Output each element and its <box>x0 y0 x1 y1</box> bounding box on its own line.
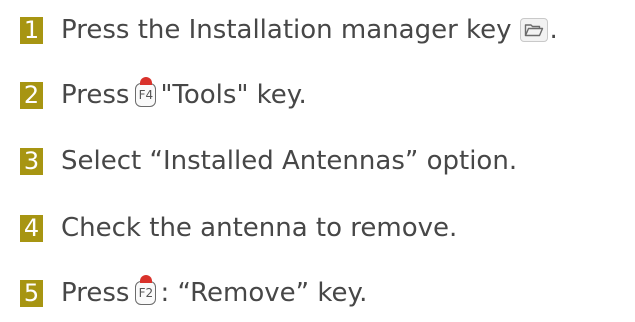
step-1: 1 Press the Installation manager key . <box>20 12 558 48</box>
step-number: 4 <box>20 214 43 242</box>
step-2: 2 Press F4 "Tools" key. <box>20 77 307 113</box>
installation-manager-key <box>519 18 548 42</box>
key-label: F2 <box>138 286 154 300</box>
f2-key: F2 <box>135 275 157 305</box>
step-text-after: : “Remove” key. <box>160 278 368 308</box>
folder-icon <box>524 24 543 37</box>
step-text: Check the antenna to remove. <box>61 213 458 243</box>
step-number: 1 <box>20 16 43 44</box>
step-number: 2 <box>20 81 43 109</box>
step-text: Press <box>61 80 130 110</box>
step-number: 3 <box>20 147 43 175</box>
step-text: Select “Installed Antennas” option. <box>61 146 518 176</box>
step-number: 5 <box>20 279 43 307</box>
step-text: Press <box>61 278 130 308</box>
key-label: F4 <box>138 88 154 102</box>
step-text-end: . <box>549 15 558 45</box>
step-5: 5 Press F2 : “Remove” key. <box>20 275 367 311</box>
key-indicator-icon <box>139 275 152 283</box>
step-3: 3 Select “Installed Antennas” option. <box>20 143 517 179</box>
step-text-after: "Tools" key. <box>160 80 307 110</box>
key-indicator-icon <box>139 77 152 85</box>
step-text: Press the Installation manager key <box>61 15 512 45</box>
f4-key: F4 <box>135 77 157 107</box>
step-4: 4 Check the antenna to remove. <box>20 210 457 246</box>
